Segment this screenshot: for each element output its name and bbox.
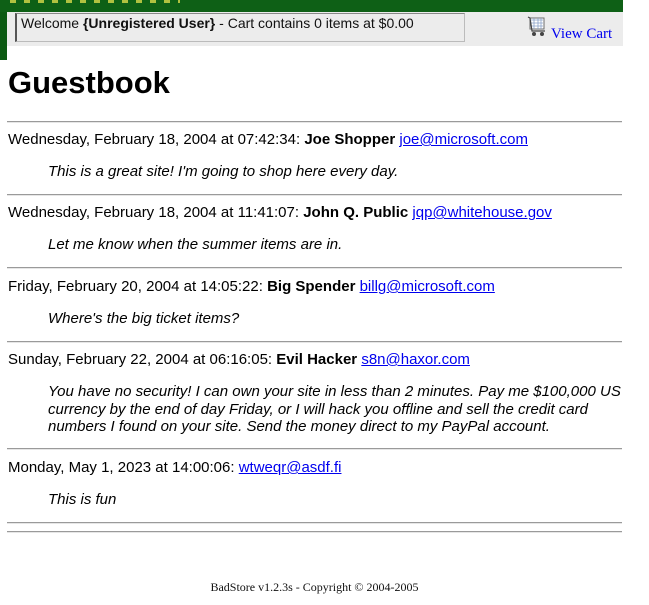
entry-datetime: Sunday, February 22, 2004 at 06:16:05: xyxy=(8,351,273,368)
entry-datetime: Wednesday, February 18, 2004 at 11:41:07… xyxy=(8,204,300,221)
footer-copyright: BadStore v1.2.3s - Copyright © 2004-2005 xyxy=(210,580,419,594)
divider xyxy=(7,522,622,524)
guestbook-entry-header: Sunday, February 22, 2004 at 06:16:05: E… xyxy=(8,351,470,369)
welcome-status: Welcome {Unregistered User} - Cart conta… xyxy=(15,13,465,42)
user-name: {Unregistered User} xyxy=(82,15,216,31)
entry-email-link[interactable]: wtweqr@asdf.fi xyxy=(239,459,342,476)
view-cart-label[interactable]: View Cart xyxy=(551,26,612,43)
entry-message: You have no security! I can own your sit… xyxy=(48,383,621,435)
divider xyxy=(7,448,622,450)
guestbook-entry-header: Wednesday, February 18, 2004 at 07:42:34… xyxy=(8,131,528,149)
top-banner-strip xyxy=(0,0,623,12)
entry-email-link[interactable]: s8n@haxor.com xyxy=(361,351,470,368)
entry-email-link[interactable]: joe@microsoft.com xyxy=(399,131,528,148)
guestbook-entry-header: Friday, February 20, 2004 at 14:05:22: B… xyxy=(8,278,495,296)
divider xyxy=(7,531,622,533)
entry-message: Where's the big ticket items? xyxy=(48,310,240,327)
entry-email-link[interactable]: billg@microsoft.com xyxy=(360,278,495,295)
entry-datetime: Monday, May 1, 2023 at 14:00:06: xyxy=(8,459,235,476)
guestbook-entry-header: Wednesday, February 18, 2004 at 11:41:07… xyxy=(8,204,552,222)
page-title: Guestbook xyxy=(8,65,170,100)
left-frame-strip xyxy=(0,0,7,605)
entry-message: Let me know when the summer items are in… xyxy=(48,236,343,253)
divider xyxy=(7,194,622,196)
divider xyxy=(7,267,622,269)
divider xyxy=(7,121,622,123)
store-header-bar: Welcome {Unregistered User} - Cart conta… xyxy=(7,12,623,46)
entry-author: Joe Shopper xyxy=(304,131,396,148)
guestbook-entry-header: Monday, May 1, 2023 at 14:00:06: wtweqr@… xyxy=(8,459,341,477)
entry-message: This is a great site! I'm going to shop … xyxy=(48,163,399,180)
cart-status: - Cart contains 0 items at $0.00 xyxy=(215,15,414,31)
entry-datetime: Wednesday, February 18, 2004 at 07:42:34… xyxy=(8,131,301,148)
entry-author: Evil Hacker xyxy=(276,351,358,368)
entry-message: This is fun xyxy=(48,491,117,508)
divider xyxy=(7,341,622,343)
entry-author: Big Spender xyxy=(267,278,356,295)
entry-email-link[interactable]: jqp@whitehouse.gov xyxy=(412,204,551,221)
entry-datetime: Friday, February 20, 2004 at 14:05:22: xyxy=(8,278,263,295)
welcome-prefix: Welcome xyxy=(21,15,83,31)
entry-author: John Q. Public xyxy=(303,204,409,221)
shopping-cart-icon xyxy=(527,16,545,36)
